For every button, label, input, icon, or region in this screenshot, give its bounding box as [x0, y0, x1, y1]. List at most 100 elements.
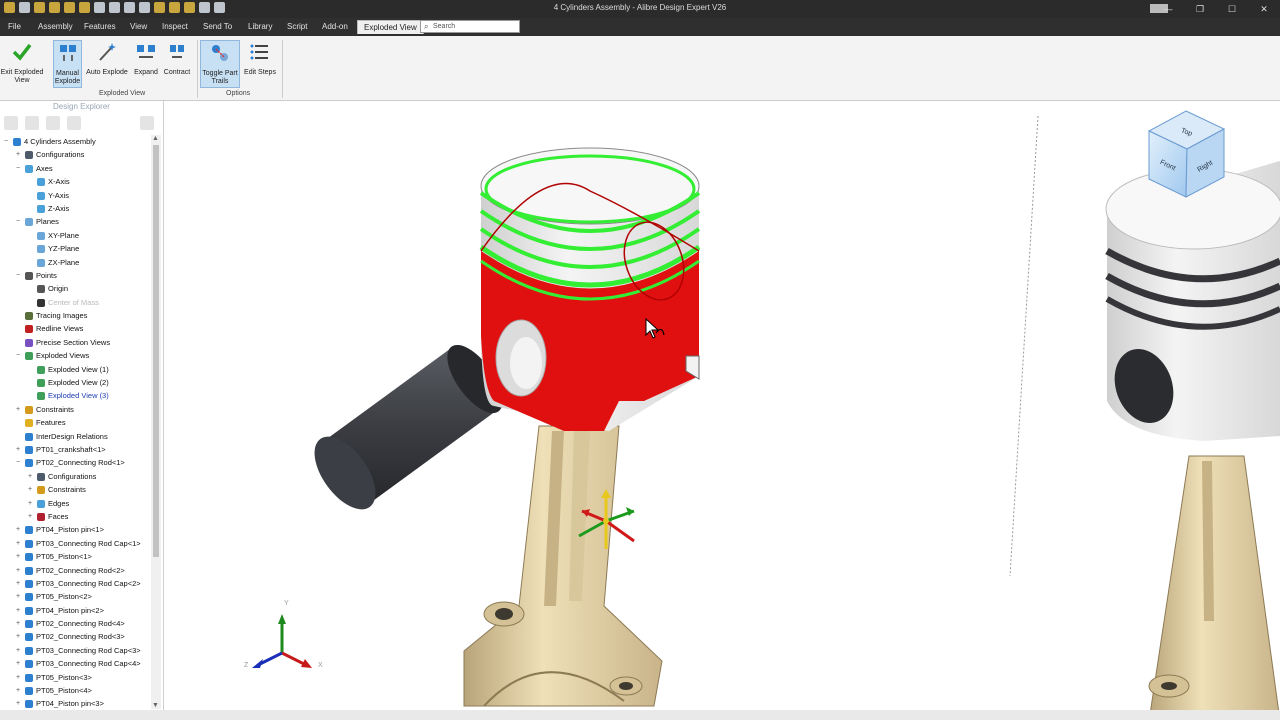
auto-explode-button[interactable]: Auto Explode [84, 40, 130, 88]
scroll-down-icon[interactable]: ▼ [152, 702, 159, 709]
tree-toggle-icon[interactable]: + [28, 483, 34, 496]
tree-item[interactable]: Features [0, 416, 150, 429]
menu-file[interactable]: File [8, 22, 21, 31]
tree-item[interactable]: + PT05_Piston<1> [0, 550, 150, 563]
tab-exploded-view[interactable]: Exploded View [357, 20, 424, 34]
tree-item[interactable]: Center of Mass [0, 296, 150, 309]
tree-item[interactable]: Origin [0, 282, 150, 295]
tree-item[interactable]: − Points [0, 269, 150, 282]
tree-toggle-icon[interactable]: + [16, 564, 22, 577]
exit-exploded-view-button[interactable]: Exit Exploded View [0, 40, 44, 88]
selected-piston[interactable] [479, 147, 701, 431]
search-input[interactable]: ⌕ Search [420, 20, 520, 33]
tree-item[interactable]: YZ-Plane [0, 242, 150, 255]
tree-item[interactable]: + Edges [0, 497, 150, 510]
tree-toggle-icon[interactable]: + [16, 148, 22, 161]
tree-toggle-icon[interactable]: + [16, 657, 22, 670]
toggle-part-trails-button[interactable]: Toggle Part Trails [200, 40, 240, 88]
menu-inspect[interactable]: Inspect [162, 22, 188, 31]
tree-toggle-icon[interactable]: − [16, 162, 22, 175]
tree-item[interactable]: + Constraints [0, 483, 150, 496]
3d-viewport[interactable]: Top Front Right Y X Z [164, 101, 1280, 720]
tree-item[interactable]: + PT05_Piston<4> [0, 684, 150, 697]
tree-item[interactable]: + PT04_Piston pin<3> [0, 697, 150, 710]
tree-item[interactable]: Z-Axis [0, 202, 150, 215]
tree-item[interactable]: + PT05_Piston<3> [0, 671, 150, 684]
tree-item[interactable]: − Axes [0, 162, 150, 175]
expand-button[interactable]: Expand [132, 40, 160, 88]
tree-item[interactable]: − PT02_Connecting Rod<1> [0, 456, 150, 469]
tree-toggle-icon[interactable]: + [16, 697, 22, 710]
explorer-scrollbar[interactable]: ▲ ▼ [151, 135, 161, 709]
tree-toggle-icon[interactable]: + [16, 684, 22, 697]
tree-toggle-icon[interactable]: + [16, 403, 22, 416]
tree-item[interactable]: Exploded View (2) [0, 376, 150, 389]
maximize-button[interactable]: ☐ [1216, 0, 1248, 18]
menu-assembly[interactable]: Assembly [38, 22, 73, 31]
settings-icon[interactable] [140, 116, 154, 130]
tree-item[interactable]: ZX-Plane [0, 256, 150, 269]
tree-item[interactable]: Redline Views [0, 322, 150, 335]
tree-item[interactable]: Exploded View (3) [0, 389, 150, 402]
tree-toggle-icon[interactable]: − [16, 456, 22, 469]
tree-item[interactable]: Precise Section Views [0, 336, 150, 349]
list-view-icon[interactable] [46, 116, 60, 130]
model-scene[interactable]: Top Front Right Y X Z [164, 101, 1280, 720]
tree-item[interactable]: XY-Plane [0, 229, 150, 242]
tree-item[interactable]: + PT05_Piston<2> [0, 590, 150, 603]
tree-item[interactable]: + PT03_Connecting Rod Cap<2> [0, 577, 150, 590]
tree-toggle-icon[interactable]: + [16, 604, 22, 617]
tree-item[interactable]: + PT04_Piston pin<1> [0, 523, 150, 536]
scroll-up-icon[interactable]: ▲ [152, 135, 159, 142]
tree-item[interactable]: + Configurations [0, 148, 150, 161]
tree-item[interactable]: + PT02_Connecting Rod<2> [0, 564, 150, 577]
tree-toggle-icon[interactable]: − [16, 349, 22, 362]
tree-toggle-icon[interactable]: + [16, 590, 22, 603]
minimize-button[interactable]: — [1152, 0, 1184, 18]
tree-item[interactable]: InterDesign Relations [0, 430, 150, 443]
tree-item[interactable]: − Exploded Views [0, 349, 150, 362]
tree-toggle-icon[interactable]: + [16, 577, 22, 590]
tree-item[interactable]: Y-Axis [0, 189, 150, 202]
tree-toggle-icon[interactable]: − [4, 135, 10, 148]
tree-item[interactable]: Exploded View (1) [0, 363, 150, 376]
tree-item[interactable]: + Constraints [0, 403, 150, 416]
tree-item[interactable]: + PT02_Connecting Rod<3> [0, 630, 150, 643]
tree-item[interactable]: + PT03_Connecting Rod Cap<4> [0, 657, 150, 670]
filter-icon[interactable] [25, 116, 39, 130]
tree-toggle-icon[interactable]: + [16, 443, 22, 456]
contract-button[interactable]: Contract [161, 40, 193, 88]
tree-item[interactable]: + PT03_Connecting Rod Cap<1> [0, 537, 150, 550]
menu-script[interactable]: Script [287, 22, 307, 31]
tree-toggle-icon[interactable]: − [16, 269, 22, 282]
piston-pin[interactable] [303, 336, 514, 520]
manual-explode-button[interactable]: Manual Explode [53, 40, 82, 88]
menu-add-on[interactable]: Add-on [322, 22, 348, 31]
tree-item[interactable]: + PT03_Connecting Rod Cap<3> [0, 644, 150, 657]
tree-item[interactable]: X-Axis [0, 175, 150, 188]
tree-toggle-icon[interactable]: + [28, 510, 34, 523]
tree-toggle-icon[interactable]: + [16, 671, 22, 684]
tree-toggle-icon[interactable]: + [16, 617, 22, 630]
tree-item[interactable]: + PT01_crankshaft<1> [0, 443, 150, 456]
tree-toggle-icon[interactable]: + [16, 550, 22, 563]
back-icon[interactable] [4, 116, 18, 130]
menu-view[interactable]: View [130, 22, 147, 31]
tree-toggle-icon[interactable]: + [16, 630, 22, 643]
menu-send-to[interactable]: Send To [203, 22, 232, 31]
tree-toggle-icon[interactable]: − [16, 215, 22, 228]
tree-item[interactable]: + Configurations [0, 470, 150, 483]
restore-panels-button[interactable]: ❐ [1184, 0, 1216, 18]
tree-item[interactable]: + PT02_Connecting Rod<4> [0, 617, 150, 630]
tree-toggle-icon[interactable]: + [16, 644, 22, 657]
tree-item[interactable]: + PT04_Piston pin<2> [0, 604, 150, 617]
tree-item[interactable]: − 4 Cylinders Assembly [0, 135, 150, 148]
tree-item[interactable]: − Planes [0, 215, 150, 228]
edit-steps-button[interactable]: Edit Steps [242, 40, 278, 88]
tree-view-icon[interactable] [67, 116, 81, 130]
menu-features[interactable]: Features [84, 22, 116, 31]
tree-toggle-icon[interactable]: + [16, 537, 22, 550]
connecting-rod[interactable] [463, 425, 663, 707]
tree-toggle-icon[interactable]: + [28, 470, 34, 483]
scrollbar-thumb[interactable] [153, 145, 159, 557]
